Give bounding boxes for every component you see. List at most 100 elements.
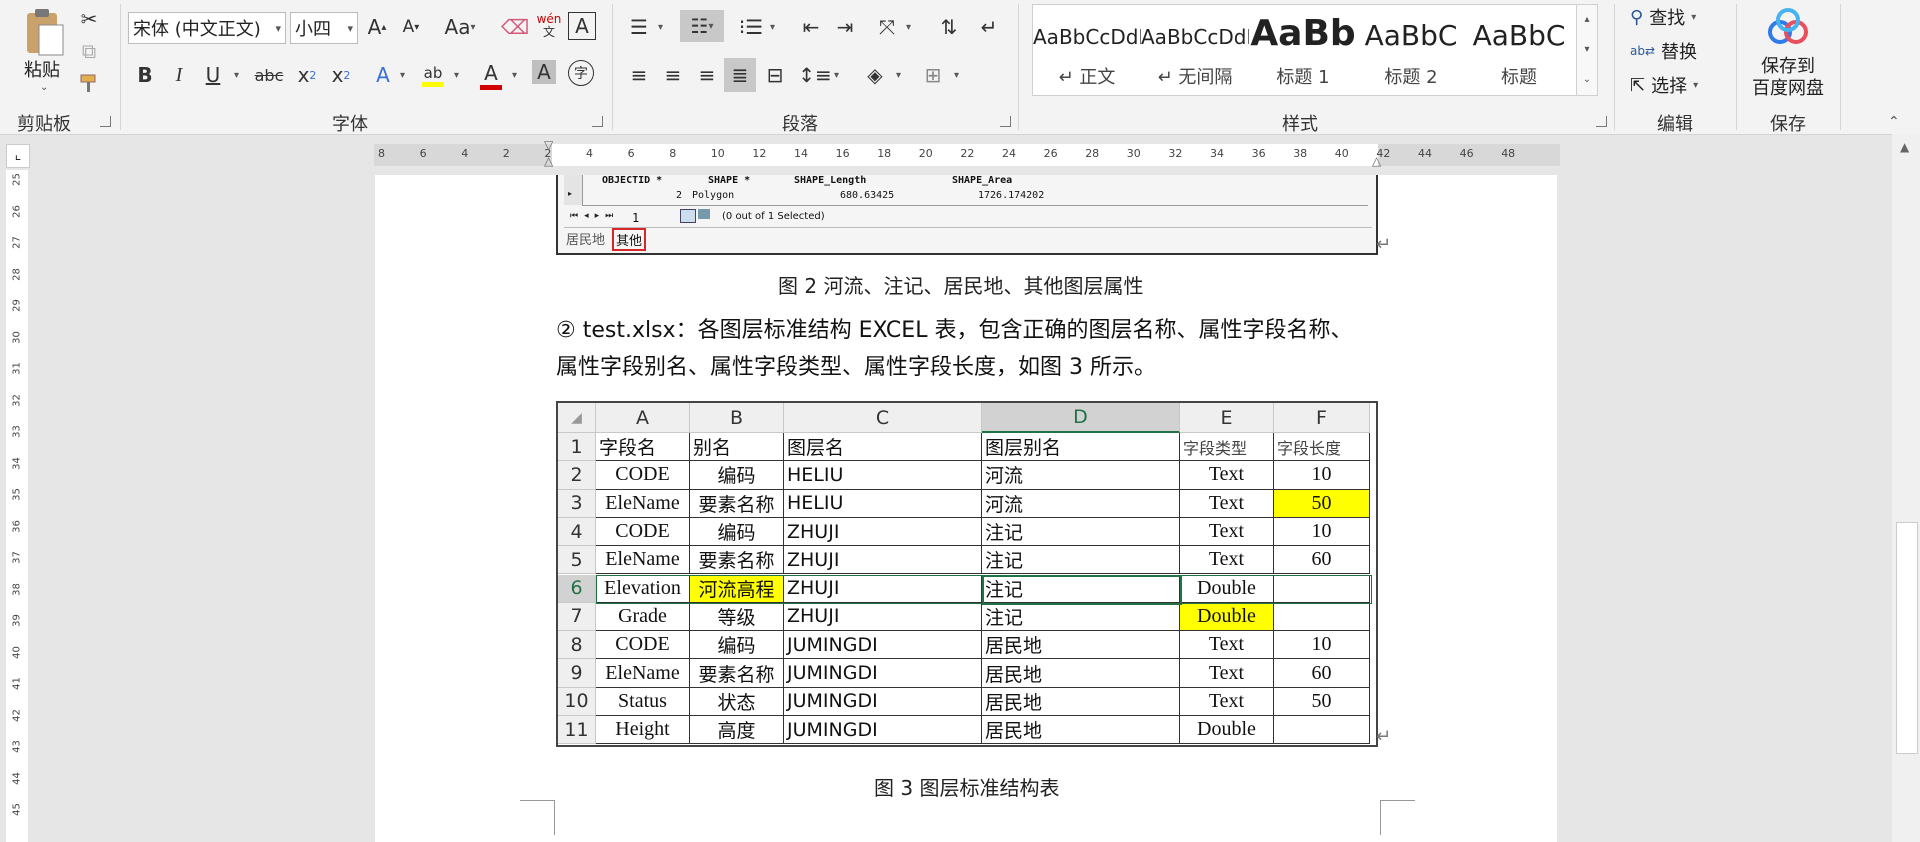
bullets-icon[interactable]: ☰: [624, 12, 654, 42]
table-header-cell: 图层别名: [982, 433, 1180, 462]
text-effect-button[interactable]: A: [368, 60, 398, 90]
table-cell: 要素名称: [690, 659, 784, 688]
font-group-label: 字体: [332, 114, 368, 135]
multilevel-list-icon[interactable]: ⁝☰: [736, 12, 766, 42]
line-spacing-dropdown-icon[interactable]: ▾: [834, 70, 839, 81]
vertical-scrollbar[interactable]: ▲: [1892, 134, 1920, 842]
ruler-tick: 30: [1126, 147, 1141, 160]
align-left-icon[interactable]: ≡: [624, 60, 654, 90]
bold-button[interactable]: B: [130, 60, 160, 90]
shading-dropdown-icon[interactable]: ▾: [896, 70, 901, 81]
table-cell: 高度: [690, 716, 784, 745]
horizontal-ruler[interactable]: 8 6 4 2 2 4 6 8 10 12 14 16 18 20 22 24 26 28 30 32 34 36 38 40…: [374, 138, 1560, 168]
page-corner-mark: [1380, 800, 1415, 835]
paste-icon[interactable]: [18, 4, 72, 60]
scroll-up-icon[interactable]: ▲: [1900, 140, 1909, 154]
text-effect-dropdown-icon[interactable]: ▾: [400, 70, 405, 81]
underline-dropdown-icon[interactable]: ▾: [234, 70, 239, 81]
copy-icon[interactable]: ⧉: [74, 36, 104, 66]
ruler-tick: 40: [11, 645, 23, 659]
borders-dropdown-icon[interactable]: ▾: [954, 70, 959, 81]
table-cell: Double: [1180, 574, 1274, 603]
ruler-tick: 8: [378, 147, 385, 160]
save-to-netdisk-button[interactable]: 保存到 百度网盘: [1748, 56, 1828, 100]
tab-selector[interactable]: ⌞: [6, 144, 30, 168]
scroll-thumb[interactable]: [1896, 522, 1918, 754]
right-indent-icon[interactable]: △: [1372, 154, 1381, 168]
vertical-ruler[interactable]: 25 26 27 28 29 30 31 32 33 34 35 36 37 38 39 40 41 42 43 44…: [6, 170, 28, 842]
shrink-font-button[interactable]: A ▾: [396, 12, 426, 42]
shading-icon[interactable]: ◈: [860, 60, 890, 90]
change-case-button[interactable]: Aa ▾: [438, 12, 482, 42]
char-shading-button[interactable]: A: [532, 60, 556, 84]
ruler-tick: 45: [11, 803, 23, 816]
highlight-button[interactable]: ab: [418, 58, 448, 92]
collapse-ribbon-icon[interactable]: ⌃: [1888, 114, 1900, 130]
ruler-tick: 41: [11, 677, 23, 690]
styles-launcher[interactable]: [1596, 116, 1607, 127]
subscript-button[interactable]: x2: [292, 60, 322, 90]
table-cell: Text: [1180, 631, 1274, 660]
style-heading-2[interactable]: AaBbC 标题 2: [1357, 5, 1465, 93]
font-color-dropdown-icon[interactable]: ▾: [512, 70, 517, 81]
multilevel-dropdown-icon[interactable]: ▾: [770, 22, 775, 33]
line-spacing-icon[interactable]: ↕≡: [798, 60, 832, 90]
paste-dropdown-icon[interactable]: ⌄: [40, 82, 48, 93]
paste-button[interactable]: 粘贴: [24, 56, 60, 82]
replace-button[interactable]: ab⇄ 替换: [1630, 38, 1697, 64]
style-heading-1[interactable]: AaBb 标题 1: [1249, 5, 1357, 93]
style-title[interactable]: AaBbC 标题: [1465, 5, 1573, 93]
select-button[interactable]: ⇱ 选择 ▾: [1630, 72, 1698, 98]
chinese-layout-dropdown-icon[interactable]: ▾: [906, 22, 911, 33]
highlight-dropdown-icon[interactable]: ▾: [454, 70, 459, 81]
group-divider: [1614, 4, 1615, 130]
align-center-icon[interactable]: ≡: [658, 60, 688, 90]
row-header: 3: [558, 489, 596, 518]
style-normal[interactable]: AaBbCcDdI ↵ 正文: [1033, 5, 1141, 93]
chinese-layout-icon[interactable]: ⤧: [872, 12, 902, 42]
paragraph-launcher[interactable]: [1000, 116, 1011, 127]
gis-header-length: SHAPE_Length: [794, 175, 867, 186]
hanging-indent-icon[interactable]: △: [544, 154, 553, 168]
superscript-button[interactable]: x2: [326, 60, 356, 90]
underline-button[interactable]: U: [198, 60, 228, 90]
cut-icon[interactable]: ✂: [74, 4, 104, 34]
borders-icon[interactable]: ⊞: [918, 60, 948, 90]
ruler-tick: 20: [918, 147, 933, 160]
distributed-icon[interactable]: ⊟: [760, 60, 790, 90]
row-header: 11: [558, 716, 596, 745]
row-header: 4: [558, 517, 596, 547]
show-marks-icon[interactable]: ↵: [974, 12, 1004, 42]
table-cell: 60: [1274, 546, 1370, 575]
italic-button[interactable]: I: [164, 60, 194, 90]
clear-format-icon[interactable]: ⌫: [500, 12, 530, 42]
increase-indent-icon[interactable]: ⇥: [830, 12, 860, 42]
styles-scroll[interactable]: ▴ ▾ ⌄: [1576, 4, 1598, 96]
numbering-icon[interactable]: ☷ ▾: [680, 10, 724, 42]
grow-font-button[interactable]: A ▴: [362, 12, 392, 42]
first-line-indent-icon[interactable]: ▽: [544, 138, 553, 152]
enclose-char-button[interactable]: 字: [568, 60, 594, 86]
clipboard-launcher[interactable]: [100, 116, 111, 127]
decrease-indent-icon[interactable]: ⇤: [796, 12, 826, 42]
bullets-dropdown-icon[interactable]: ▾: [658, 22, 663, 33]
find-button[interactable]: ⚲ 查找 ▾: [1630, 4, 1696, 30]
justify-icon[interactable]: ≣: [724, 58, 756, 92]
align-right-icon[interactable]: ≡: [692, 60, 722, 90]
sort-icon[interactable]: ⇅: [934, 12, 964, 42]
ruler-tick: 28: [11, 267, 23, 281]
font-color-button[interactable]: A: [476, 58, 506, 92]
phonetic-guide-button[interactable]: wén 文: [534, 10, 564, 42]
table-cell: 注记: [982, 546, 1180, 575]
strikethrough-button[interactable]: abc: [252, 60, 286, 90]
table-cell: 要素名称: [690, 489, 784, 518]
char-border-button[interactable]: A: [568, 12, 596, 40]
table-cell: HELIU: [784, 489, 982, 518]
format-painter-icon[interactable]: [74, 68, 104, 98]
font-name-combo[interactable]: 宋体 (中文正文) ▾: [128, 12, 286, 44]
baidu-netdisk-icon[interactable]: [1766, 8, 1810, 52]
font-launcher[interactable]: [592, 116, 603, 127]
style-no-spacing[interactable]: AaBbCcDdI ↵ 无间隔: [1141, 5, 1249, 93]
gis-cell-objectid: 2: [676, 190, 683, 201]
font-size-combo[interactable]: 小四 ▾: [290, 12, 358, 44]
